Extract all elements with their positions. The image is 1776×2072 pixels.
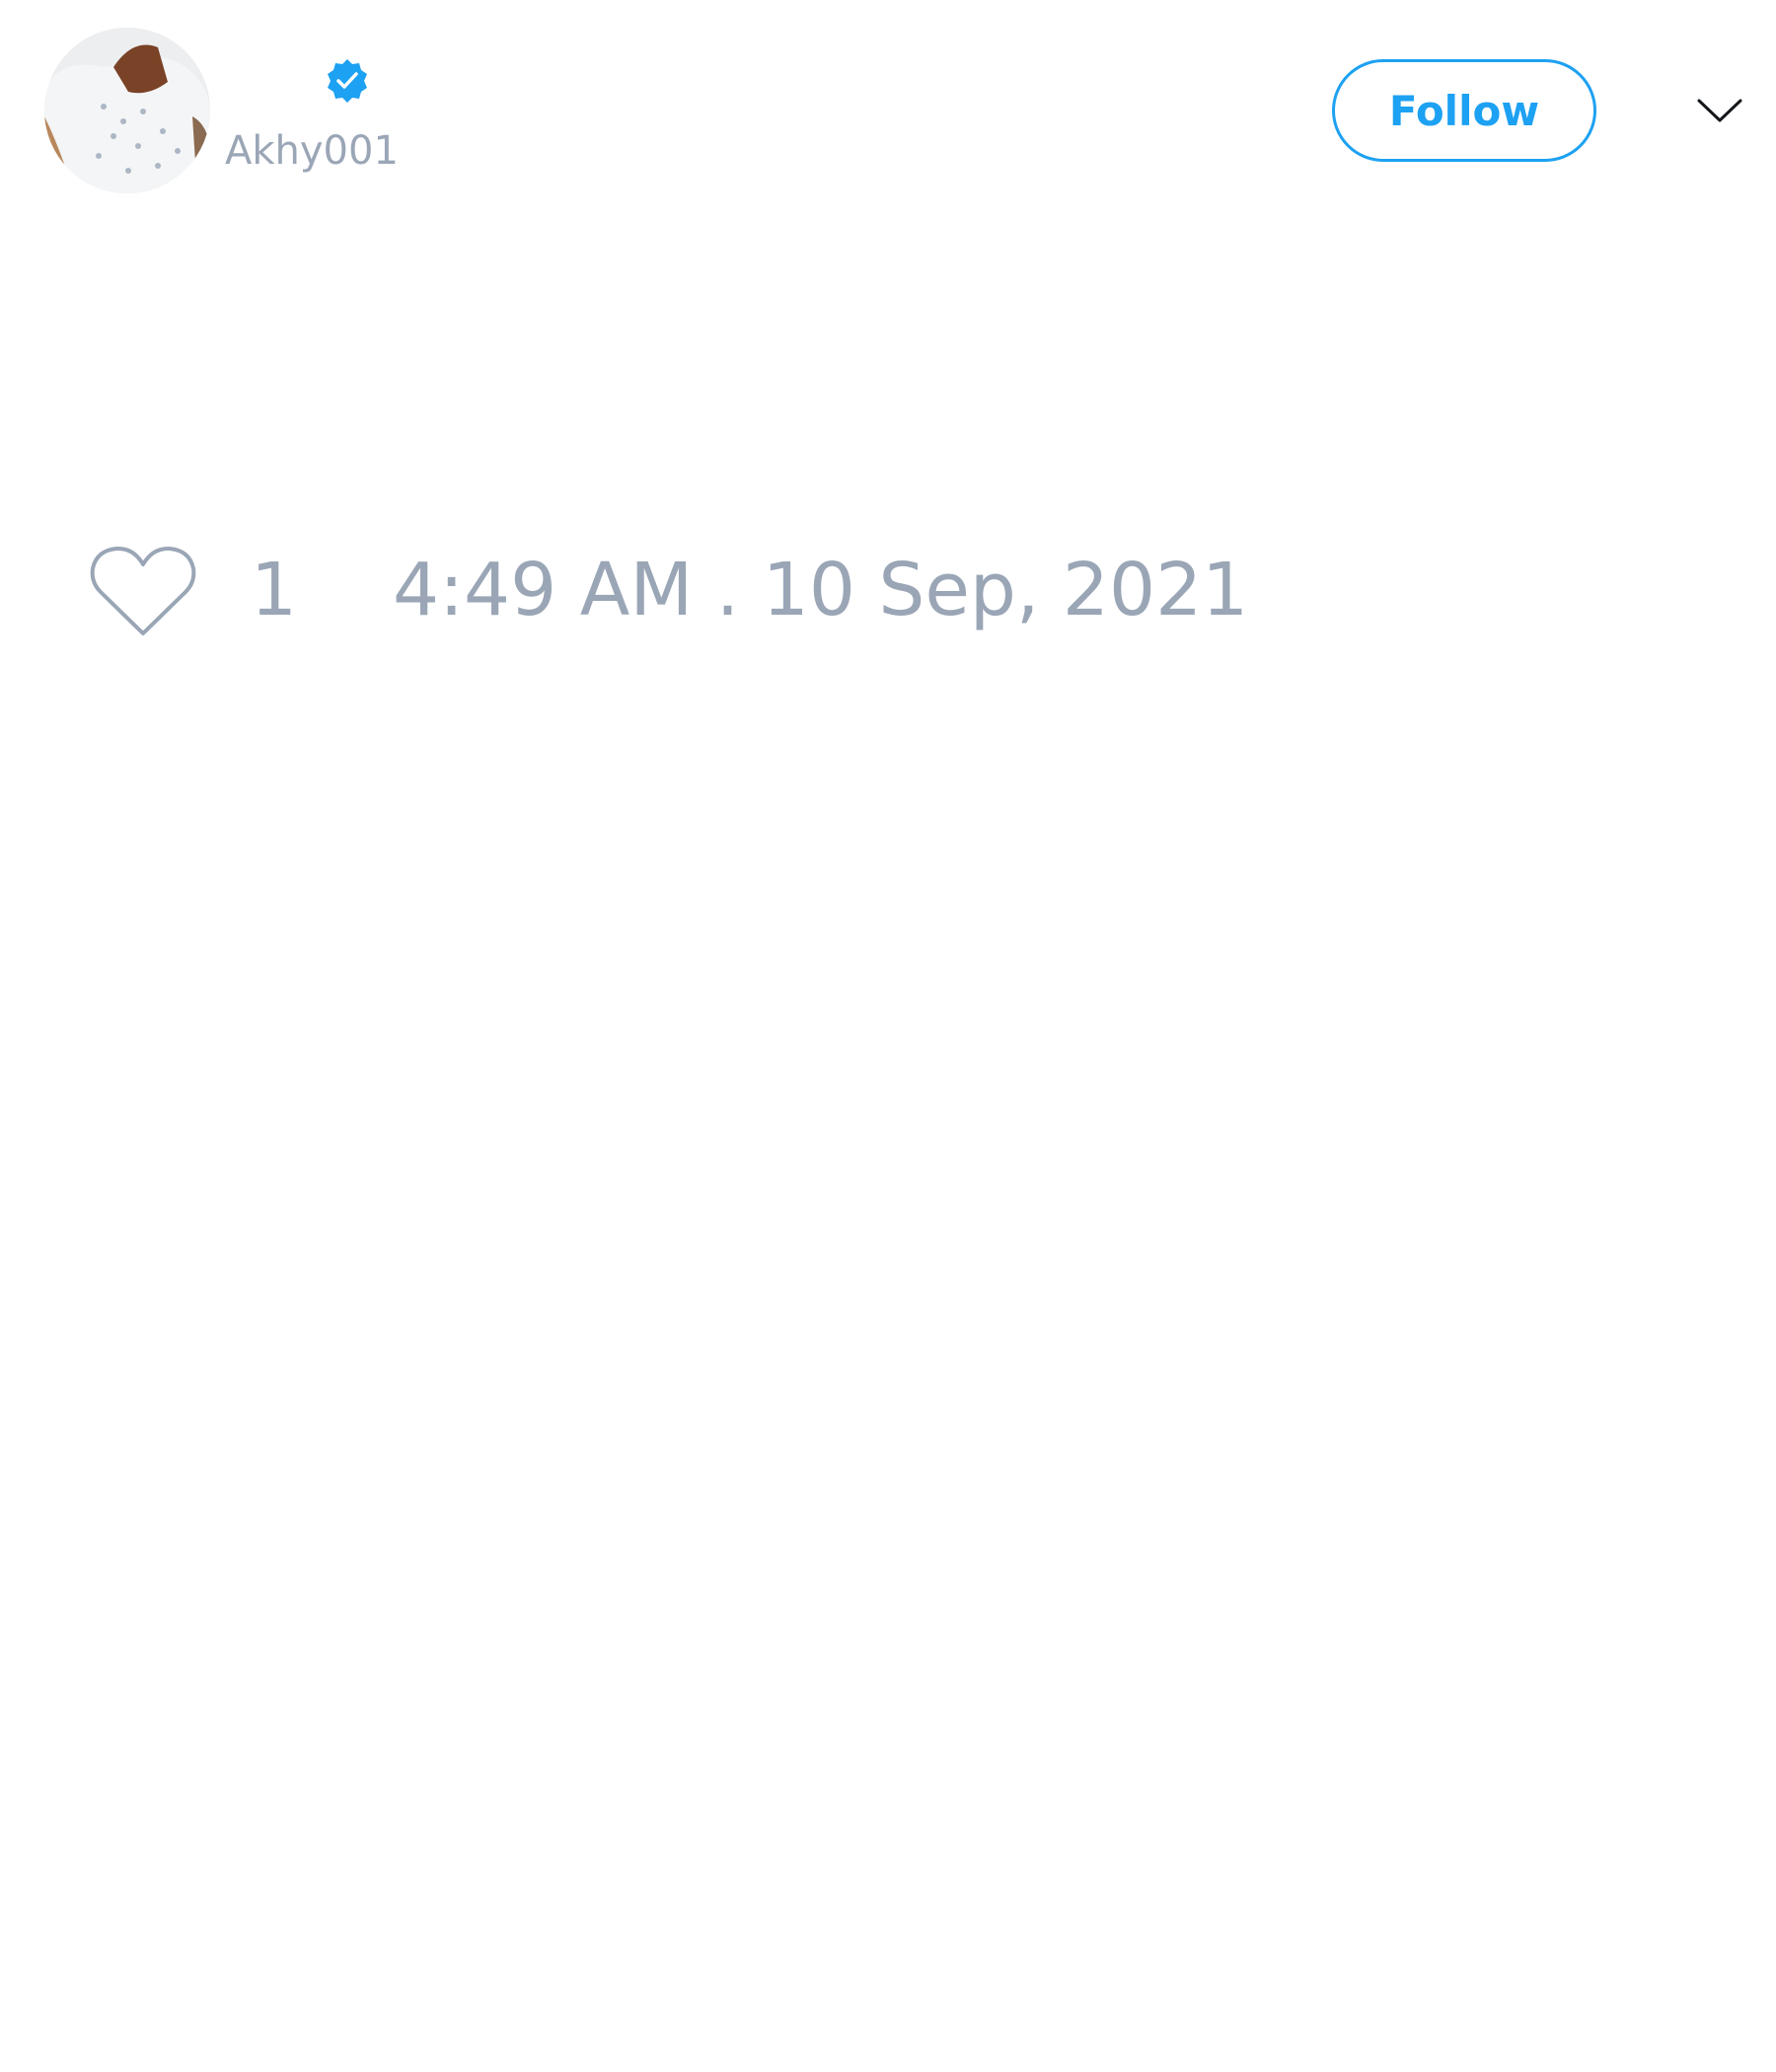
tweet-timestamp[interactable]: 4:49 AM . 10 Sep, 2021 bbox=[393, 549, 1248, 631]
chevron-down-icon[interactable] bbox=[1695, 91, 1744, 130]
tweet-header: Akhy001 Follow bbox=[0, 0, 1776, 217]
follow-button[interactable]: Follow bbox=[1332, 59, 1596, 162]
verified-badge-icon bbox=[328, 59, 367, 103]
author-avatar[interactable] bbox=[44, 28, 210, 193]
author-handle[interactable]: Akhy001 bbox=[225, 126, 399, 176]
heart-outline-icon[interactable] bbox=[89, 543, 197, 641]
tweet-footer: 1 4:49 AM . 10 Sep, 2021 bbox=[0, 533, 1776, 651]
like-count: 1 bbox=[251, 548, 298, 632]
avatar-photo bbox=[44, 28, 210, 193]
